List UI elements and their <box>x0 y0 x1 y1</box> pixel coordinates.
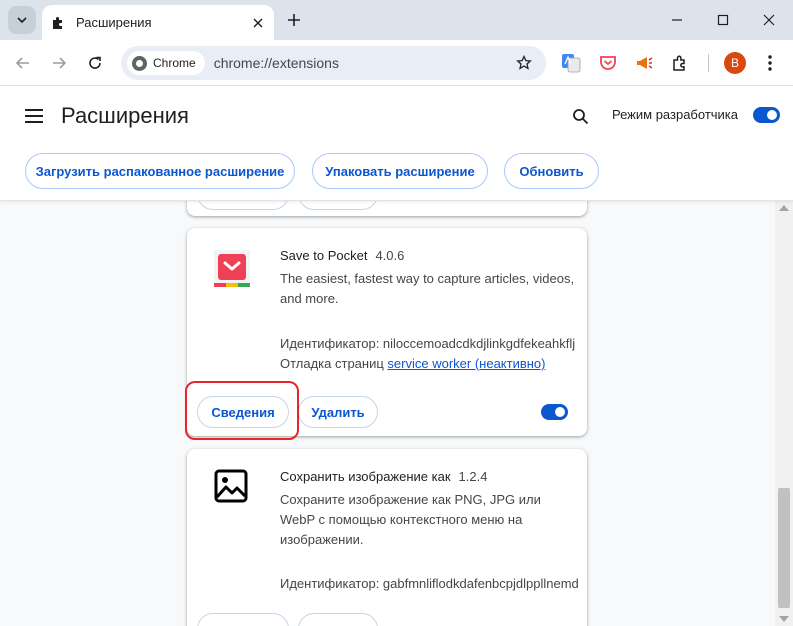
plus-icon <box>288 14 300 26</box>
bookmark-button[interactable] <box>512 51 536 75</box>
dev-mode-label: Режим разработчика <box>612 107 739 122</box>
details-button-save-image[interactable] <box>197 613 289 626</box>
minimize-icon <box>672 19 682 21</box>
extension-version: 1.2.4 <box>458 469 488 484</box>
update-button[interactable]: Обновить <box>504 153 599 189</box>
puzzle-icon <box>673 55 685 71</box>
extension-enable-toggle[interactable] <box>541 404 568 420</box>
scroll-up-arrow-icon[interactable] <box>779 205 789 211</box>
highlight-frame <box>185 381 299 440</box>
maximize-button[interactable] <box>709 6 737 34</box>
page-scrollbar[interactable] <box>775 201 793 626</box>
chrome-chip[interactable]: Chrome <box>127 51 205 75</box>
extensions-header: Расширения Режим разработчика Загрузить … <box>0 86 793 201</box>
arrow-right-icon <box>53 57 67 69</box>
extensions-list: Save to Pocket 4.0.6 The easiest, fastest… <box>0 201 775 626</box>
chevron-down-icon <box>17 17 27 24</box>
back-button[interactable] <box>9 49 37 77</box>
extension-card-save-image: Сохранить изображение как 1.2.4 Сохраните… <box>187 449 587 626</box>
announcement-extension-button[interactable] <box>632 51 656 75</box>
tab-strip: Расширения <box>0 0 793 40</box>
more-vert-icon <box>768 55 772 71</box>
minimize-button[interactable] <box>663 6 691 34</box>
service-worker-link[interactable]: service worker (неактивно) <box>387 356 545 371</box>
close-icon <box>763 14 775 26</box>
close-icon <box>253 18 263 27</box>
chip-label: Chrome <box>153 56 196 70</box>
search-icon <box>572 108 588 124</box>
browser-toolbar: Chrome chrome://extensions B <box>0 40 793 86</box>
extension-debug: Отладка страниц service worker (неактивн… <box>280 356 546 371</box>
debug-label: Отладка страниц <box>280 356 384 371</box>
remove-button-previous[interactable] <box>298 201 378 210</box>
reload-icon <box>89 56 101 69</box>
maximize-icon <box>717 14 729 26</box>
hamburger-icon <box>25 109 43 123</box>
extensions-menu-button[interactable] <box>668 51 692 75</box>
forward-button[interactable] <box>45 49 73 77</box>
remove-button-save-image[interactable] <box>298 613 378 626</box>
scroll-thumb[interactable] <box>778 488 790 608</box>
tab-search-button[interactable] <box>8 6 36 34</box>
image-icon <box>214 469 248 503</box>
translate-icon <box>562 54 581 73</box>
scroll-down-arrow-icon[interactable] <box>779 616 789 622</box>
extension-name-text: Сохранить изображение как <box>280 469 451 484</box>
translate-extension-button[interactable] <box>559 51 583 75</box>
extension-description: Сохраните изображение как PNG, JPG или W… <box>280 492 541 547</box>
extension-description: The easiest, fastest way to capture arti… <box>280 271 575 306</box>
megaphone-icon <box>637 57 653 69</box>
details-button-previous[interactable] <box>197 201 289 210</box>
tab-title: Расширения <box>76 15 152 30</box>
browser-menu-button[interactable] <box>758 51 782 75</box>
dev-mode-toggle[interactable] <box>753 107 780 123</box>
pocket-extension-button[interactable] <box>596 51 620 75</box>
extension-name-text: Save to Pocket <box>280 248 368 263</box>
new-tab-button[interactable] <box>282 8 306 32</box>
extension-id: Идентификатор: gabfmnliflodkdafenbcpjdlp… <box>280 576 579 591</box>
pocket-icon <box>600 56 616 70</box>
extension-id: Идентификатор: niloccemoadcdkdjlinkgdfek… <box>280 336 576 351</box>
main-menu-button[interactable] <box>22 104 46 128</box>
tab-extensions[interactable]: Расширения <box>42 5 274 40</box>
close-tab-button[interactable] <box>248 13 268 33</box>
search-extensions-button[interactable] <box>568 104 592 128</box>
star-icon <box>516 55 532 70</box>
toolbar-divider <box>708 54 709 72</box>
pocket-logo-icon <box>214 250 250 287</box>
pack-extension-button[interactable]: Упаковать расширение <box>312 153 488 189</box>
extension-name: Сохранить изображение как 1.2.4 <box>280 469 487 484</box>
profile-avatar[interactable]: B <box>724 52 746 74</box>
url-text[interactable]: chrome://extensions <box>214 55 512 71</box>
load-unpacked-button[interactable]: Загрузить распакованное расширение <box>25 153 295 189</box>
arrow-left-icon <box>15 57 29 69</box>
extension-name: Save to Pocket 4.0.6 <box>280 248 404 263</box>
address-bar[interactable]: Chrome chrome://extensions <box>121 46 546 80</box>
remove-button[interactable]: Удалить <box>298 396 378 428</box>
page-title: Расширения <box>61 103 189 128</box>
extension-version: 4.0.6 <box>375 248 405 263</box>
puzzle-icon <box>53 16 62 29</box>
reload-button[interactable] <box>81 49 109 77</box>
chrome-logo-icon <box>132 55 147 71</box>
extension-card-previous <box>187 201 587 216</box>
close-window-button[interactable] <box>755 6 783 34</box>
